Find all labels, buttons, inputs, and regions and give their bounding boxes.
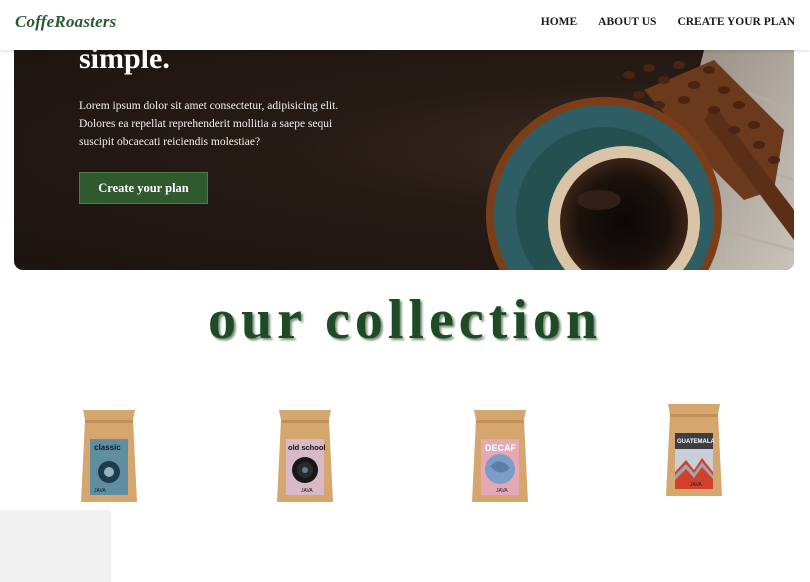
nav-create-plan[interactable]: CREATE YOUR PLAN: [677, 16, 795, 28]
product-label: GUATEMALA: [677, 439, 716, 445]
product-classic[interactable]: classic JAVA: [77, 406, 141, 506]
hero-title: simple.: [79, 50, 170, 75]
hero-banner: simple. Lorem ipsum dolor sit amet conse…: [14, 50, 794, 270]
site-header: CoffeRoasters HOME ABOUT US CREATE YOUR …: [0, 0, 810, 50]
product-brand: JAVA: [94, 488, 106, 494]
create-plan-button[interactable]: Create your plan: [79, 172, 208, 204]
bottom-left-panel: [0, 510, 111, 582]
product-brand: JAVA: [496, 488, 508, 494]
nav-home[interactable]: HOME: [541, 16, 577, 28]
product-brand: JAVA: [301, 488, 313, 494]
main-nav: HOME ABOUT US CREATE YOUR PLAN: [541, 16, 795, 28]
product-decaf[interactable]: DECAF JAVA: [468, 406, 532, 506]
product-label: classic: [94, 443, 121, 452]
coffee-cup-beans-image: [486, 50, 794, 270]
site-logo[interactable]: CoffeRoasters: [15, 12, 116, 32]
product-old-school[interactable]: old school JAVA: [273, 406, 337, 506]
product-label: old school: [288, 443, 326, 452]
product-guatemala[interactable]: GUATEMALA JAVA: [662, 400, 726, 500]
collection-heading: our collection: [207, 289, 603, 351]
product-brand: JAVA: [690, 482, 702, 488]
nav-about-us[interactable]: ABOUT US: [598, 16, 656, 28]
product-label: DECAF: [485, 443, 517, 453]
hero-description: Lorem ipsum dolor sit amet consectetur, …: [79, 100, 339, 148]
